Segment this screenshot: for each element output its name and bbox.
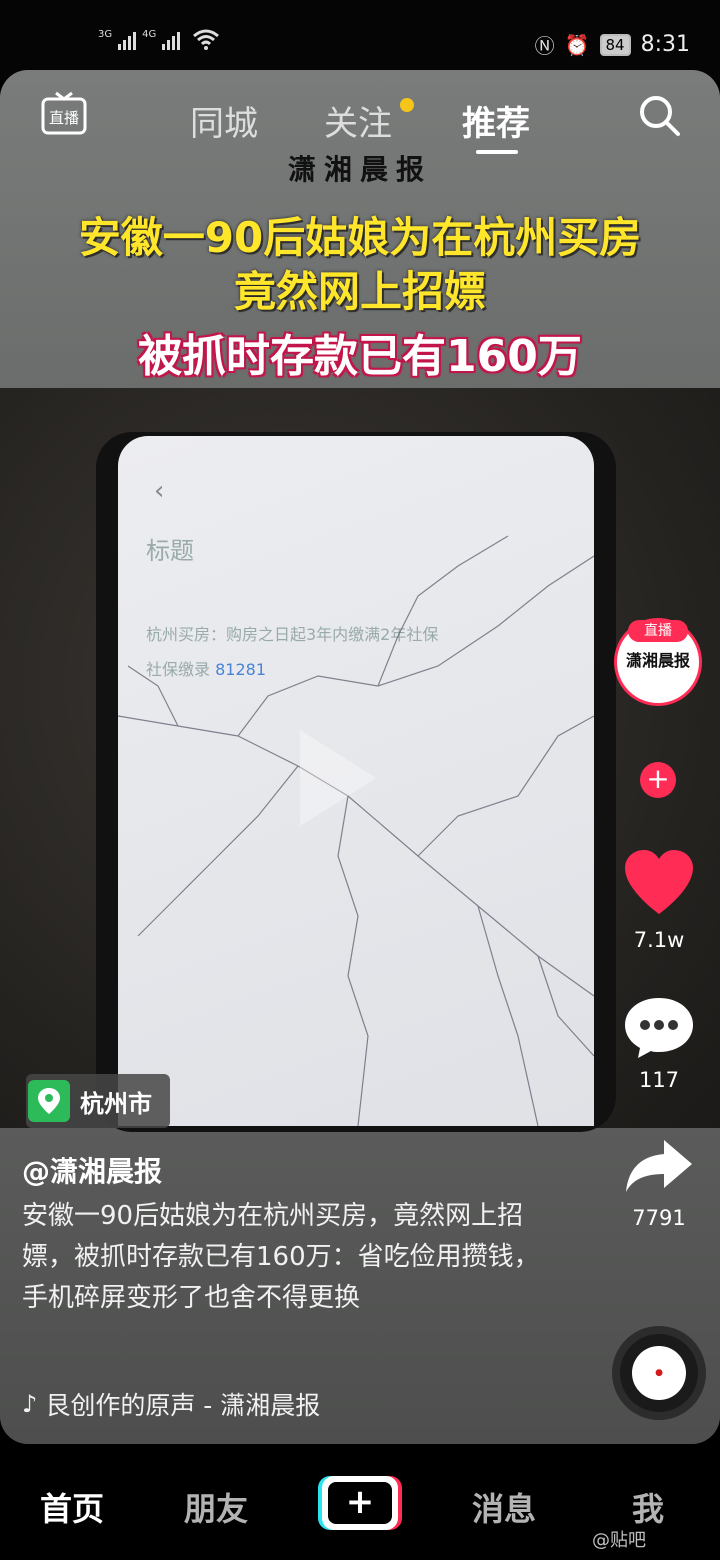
like-count: 7.1w xyxy=(633,928,685,952)
location-label: 杭州市 xyxy=(80,1089,152,1118)
music-disc[interactable]: ● xyxy=(612,1326,706,1420)
music-disc-cover: ● xyxy=(632,1346,686,1400)
watermark: @贴吧 xyxy=(592,1530,646,1551)
music-title: 艮创作的原声 - 潇湘晨报 xyxy=(45,1391,321,1420)
author-handle[interactable]: @潇湘晨报 xyxy=(22,1150,162,1190)
location-pin-icon xyxy=(28,1080,70,1122)
comment-count: 117 xyxy=(638,1068,680,1092)
live-tv-icon[interactable]: 直播 xyxy=(40,90,88,138)
notification-dot xyxy=(400,98,414,112)
signal-1-label: 3G xyxy=(98,29,113,40)
tab-home[interactable]: 首页 xyxy=(40,1484,104,1530)
comment-icon[interactable] xyxy=(622,995,696,1061)
plus-icon: + xyxy=(328,1482,392,1524)
share-icon[interactable] xyxy=(622,1136,696,1196)
signal-2-bars-icon xyxy=(162,28,181,50)
music-info[interactable]: ♪ 艮创作的原声 - 潇湘晨报 xyxy=(22,1386,320,1422)
signal-indicators: 3G 4G xyxy=(98,28,220,50)
tab-me[interactable]: 我 xyxy=(632,1484,664,1530)
nfc-icon: Ⓝ xyxy=(534,34,555,58)
play-icon[interactable] xyxy=(300,730,376,826)
brand-name: 潇湘晨报 xyxy=(287,153,432,186)
alarm-icon: ⏰ xyxy=(564,32,590,57)
signal-1-bars-icon xyxy=(118,28,137,50)
video-caption: 安徽一90后姑娘为在杭州买房，竟然网上招嫖，被抓时存款已有160万：省吃俭用攒钱… xyxy=(22,1201,540,1313)
tab-nearby[interactable]: 同城 xyxy=(190,96,258,145)
tab-recommended[interactable]: 推荐 xyxy=(462,96,530,145)
follow-button[interactable]: + xyxy=(640,762,676,798)
battery-indicator: 84 xyxy=(599,33,631,56)
headline-line-3: 被抓时存款已有160万 xyxy=(138,331,582,382)
live-label: 直播 xyxy=(49,109,79,127)
status-right: Ⓝ ⏰ 84 8:31 xyxy=(535,30,690,59)
share-count: 7791 xyxy=(632,1206,686,1230)
location-badge[interactable]: 杭州市 xyxy=(26,1074,170,1128)
create-button[interactable]: + xyxy=(322,1476,398,1530)
live-badge: 直播 xyxy=(628,620,688,642)
avatar-brand-text: 潇湘晨报 xyxy=(625,651,690,670)
signal-2-label: 4G xyxy=(142,29,157,40)
video-card[interactable]: ‹ 标题 杭州买房：购房之日起3年内缴满2年社保 社保缴录 81281 直播 同… xyxy=(0,70,720,1444)
music-note-icon: ♪ xyxy=(22,1390,38,1418)
tab-friends[interactable]: 朋友 xyxy=(184,1484,248,1530)
headline-line-2: 竟然网上招嫖 xyxy=(233,267,486,316)
search-icon[interactable] xyxy=(636,92,682,138)
heart-icon[interactable] xyxy=(622,848,696,918)
brand-logo: 潇湘晨报 xyxy=(0,148,720,188)
tab-following[interactable]: 关注 xyxy=(324,96,392,145)
tab-messages[interactable]: 消息 xyxy=(472,1484,536,1530)
headline-line-1: 安徽一90后姑娘为在杭州买房 xyxy=(78,213,642,262)
clock: 8:31 xyxy=(640,32,690,57)
wifi-icon xyxy=(193,29,220,50)
status-bar: 3G 4G Ⓝ ⏰ 84 8:31 xyxy=(0,0,720,80)
